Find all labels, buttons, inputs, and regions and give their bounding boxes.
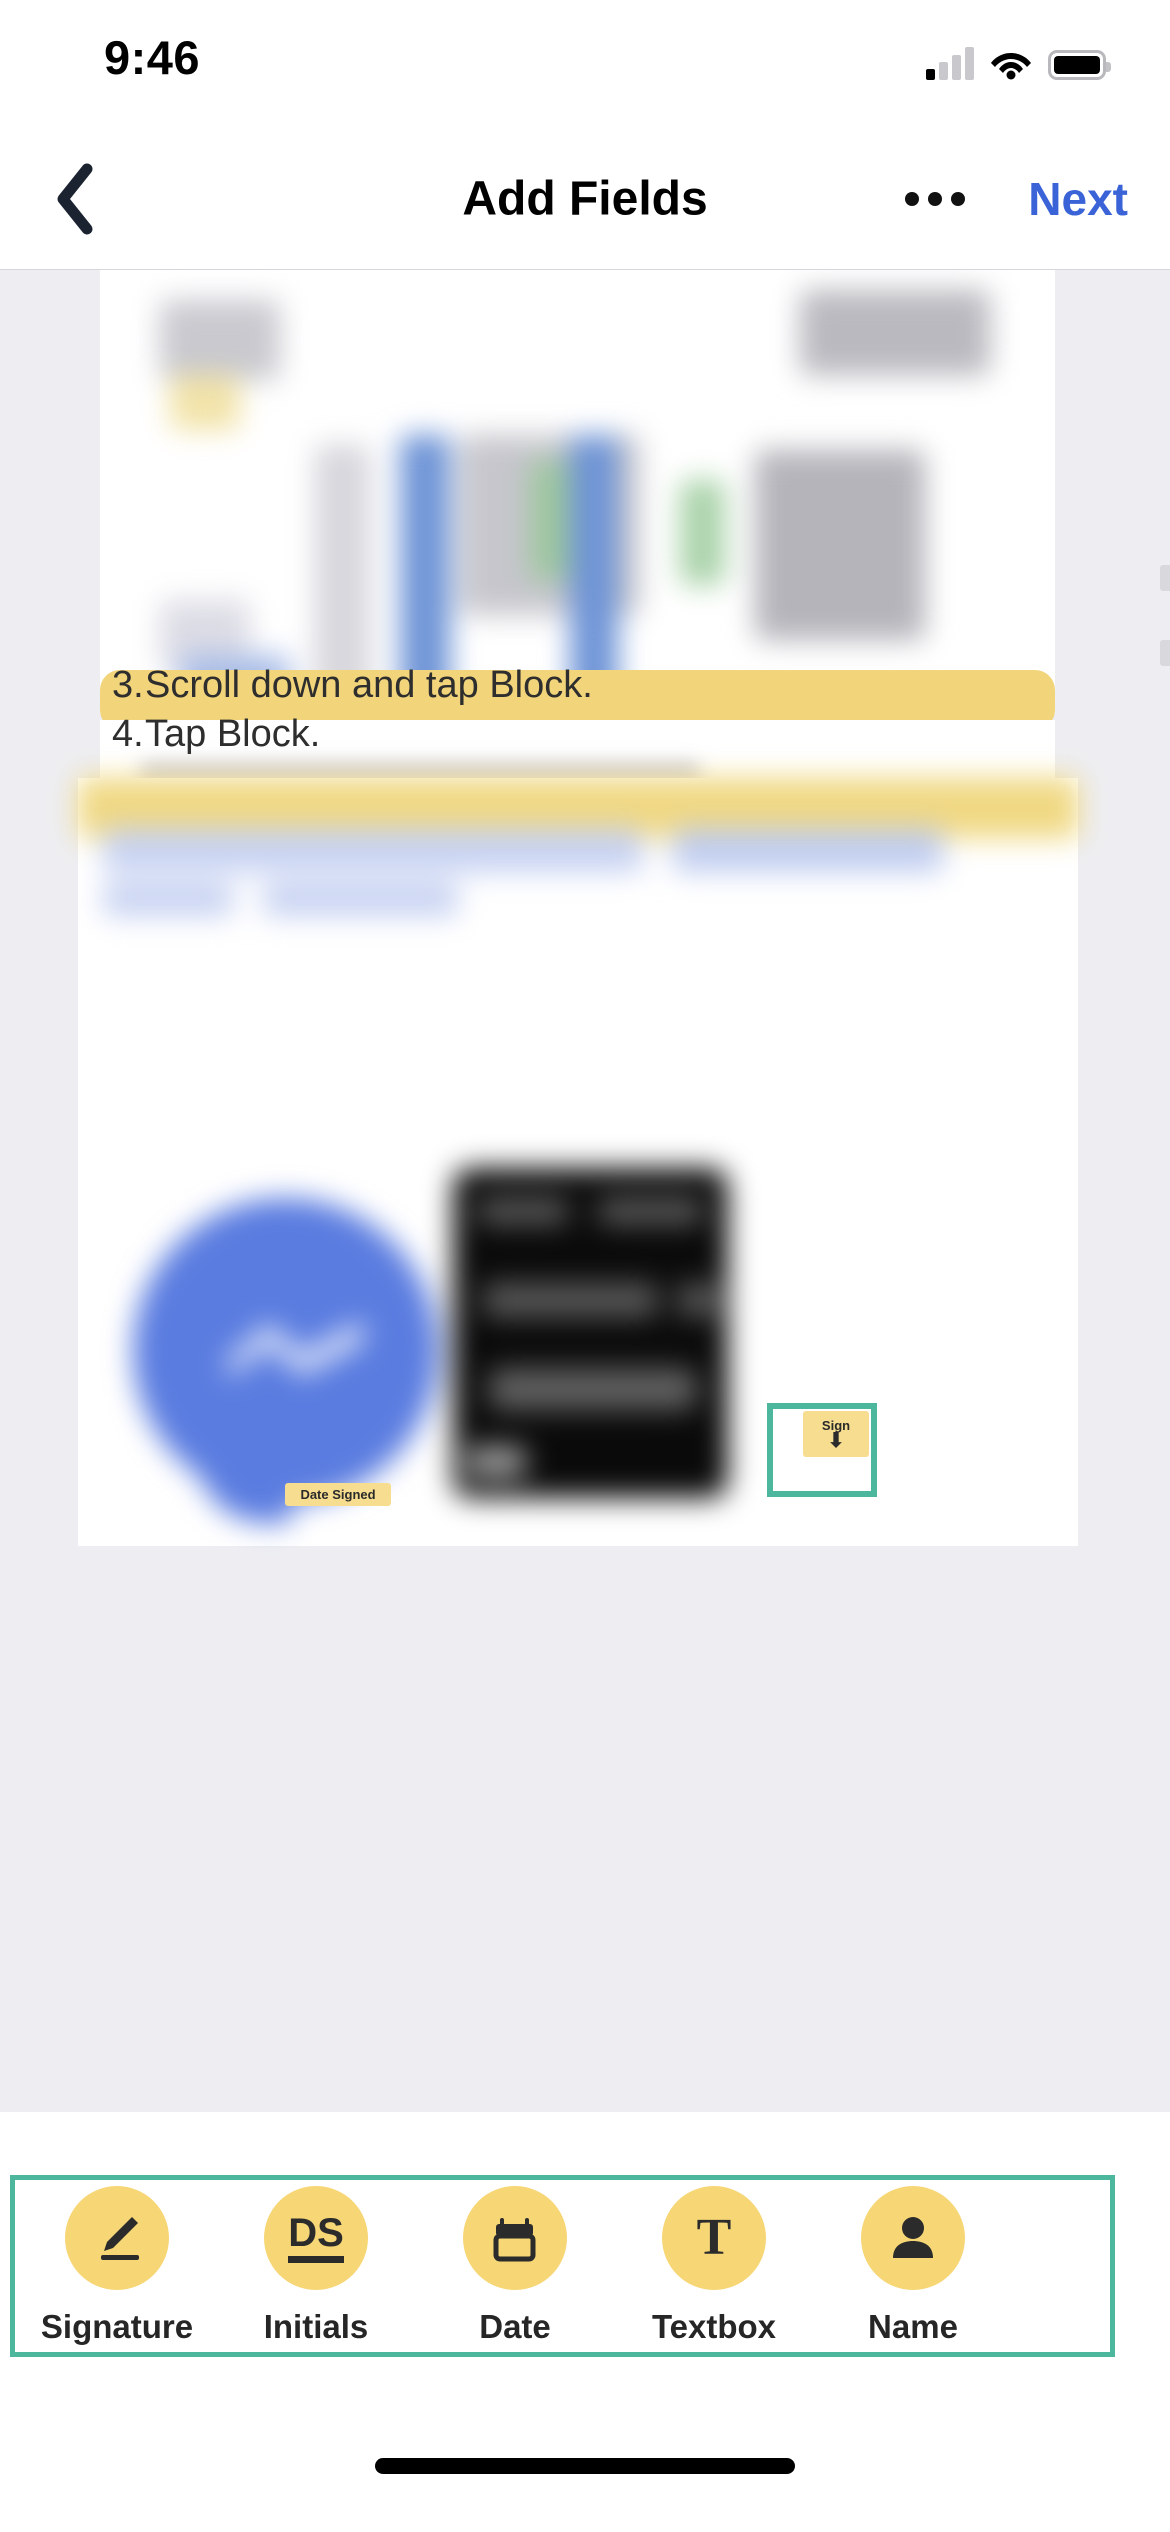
more-options-button[interactable]: [905, 191, 965, 206]
document-page-1: [100, 270, 1055, 730]
tool-label: Textbox: [651, 2308, 777, 2345]
phone-screen: 9:46 Add Fields Next 3. Scroll down and …: [0, 0, 1170, 2532]
list-item-text: Scroll down and tap Block.: [145, 664, 593, 706]
blurred-content: [100, 270, 1055, 714]
document-scroll-area[interactable]: 3. Scroll down and tap Block. 4. Tap Blo…: [0, 270, 1170, 2112]
tool-date[interactable]: Date: [440, 2186, 590, 2346]
list-item-number: 4.: [112, 713, 144, 755]
ellipsis-icon: [905, 191, 919, 206]
battery-icon: [1048, 50, 1111, 80]
tool-label: Initials: [263, 2308, 369, 2345]
status-icons: [926, 40, 1111, 80]
tool-label: Signature: [40, 2308, 194, 2345]
page-title: Add Fields: [462, 172, 708, 225]
page-handle[interactable]: [1160, 565, 1170, 591]
list-item-text: Tap Block.: [145, 713, 321, 755]
status-time: 9:46: [104, 31, 201, 84]
ellipsis-icon: [951, 191, 965, 206]
field-toolbar-container: Signature DS Initials Date T Textbox Nam…: [0, 2112, 1170, 2420]
date-signed-field-tag[interactable]: Date Signed: [285, 1483, 391, 1506]
home-indicator[interactable]: [375, 2458, 795, 2474]
home-bar: [0, 2420, 1170, 2532]
selected-field-highlight[interactable]: [767, 1403, 877, 1497]
page-handle[interactable]: [1160, 640, 1170, 666]
ellipsis-icon: [928, 191, 942, 206]
tool-textbox[interactable]: T Textbox: [639, 2186, 789, 2346]
ds-initials-icon: DS: [264, 2186, 368, 2290]
tool-name[interactable]: Name: [838, 2186, 988, 2346]
next-button[interactable]: Next: [1028, 172, 1128, 226]
cellular-signal-icon: [926, 46, 974, 80]
blurred-content: [78, 778, 1078, 1546]
person-icon: [861, 2186, 965, 2290]
pen-signature-icon: [65, 2186, 169, 2290]
navigation-bar: Add Fields Next: [0, 128, 1170, 270]
calendar-icon: [463, 2186, 567, 2290]
wifi-icon: [990, 48, 1032, 80]
tool-signature[interactable]: Signature: [40, 2186, 194, 2346]
status-bar: 9:46: [0, 0, 1170, 128]
tool-label: Date: [479, 2308, 551, 2345]
text-t-icon: T: [662, 2186, 766, 2290]
tool-label: Name: [868, 2308, 958, 2345]
tool-initials[interactable]: DS Initials: [241, 2186, 391, 2346]
list-item-number: 3.: [112, 664, 144, 706]
field-toolbar[interactable]: Signature DS Initials Date T Textbox Nam…: [0, 2175, 1170, 2357]
document-page-3: [78, 778, 1078, 1546]
